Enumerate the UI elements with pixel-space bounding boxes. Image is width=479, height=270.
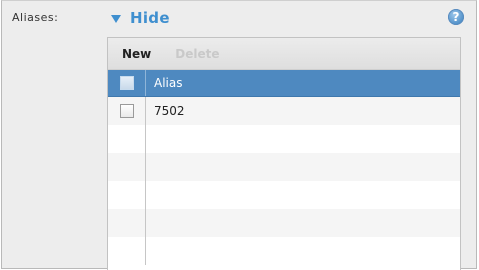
table-row (108, 153, 460, 181)
row-check-cell (108, 125, 146, 153)
table-row (108, 209, 460, 237)
row-check-cell (108, 209, 146, 237)
header-check-cell (108, 70, 146, 96)
row-checkbox[interactable] (119, 104, 134, 118)
table-row[interactable]: 7502 (108, 97, 460, 125)
alias-cell (146, 237, 460, 265)
aliases-grid: New Delete Alias 7502 (107, 37, 461, 270)
aliases-label: Aliases: (12, 11, 59, 24)
row-check-cell (108, 153, 146, 181)
column-header-alias[interactable]: Alias (146, 70, 460, 96)
table-row (108, 125, 460, 153)
hide-toggle-label: Hide (130, 9, 170, 27)
alias-cell (146, 125, 460, 153)
new-button[interactable]: New (108, 47, 151, 61)
row-check-cell (108, 97, 146, 125)
alias-cell (146, 153, 460, 181)
grid-header-row: Alias (108, 70, 460, 97)
row-check-cell (108, 181, 146, 209)
alias-cell (146, 181, 460, 209)
alias-cell: 7502 (154, 104, 185, 118)
triangle-down-icon (111, 15, 121, 23)
help-icon[interactable]: ? (448, 9, 464, 25)
alias-cell (146, 209, 460, 237)
table-row (108, 181, 460, 209)
aliases-panel: Aliases: Hide ? New Delete Alias 7502 (1, 0, 477, 270)
delete-button[interactable]: Delete (151, 47, 219, 61)
select-all-checkbox[interactable] (119, 76, 134, 90)
grid-body: 7502 (108, 97, 460, 265)
hide-toggle[interactable]: Hide (111, 7, 170, 29)
table-row (108, 237, 460, 265)
grid-toolbar: New Delete (108, 38, 460, 70)
row-check-cell (108, 237, 146, 265)
